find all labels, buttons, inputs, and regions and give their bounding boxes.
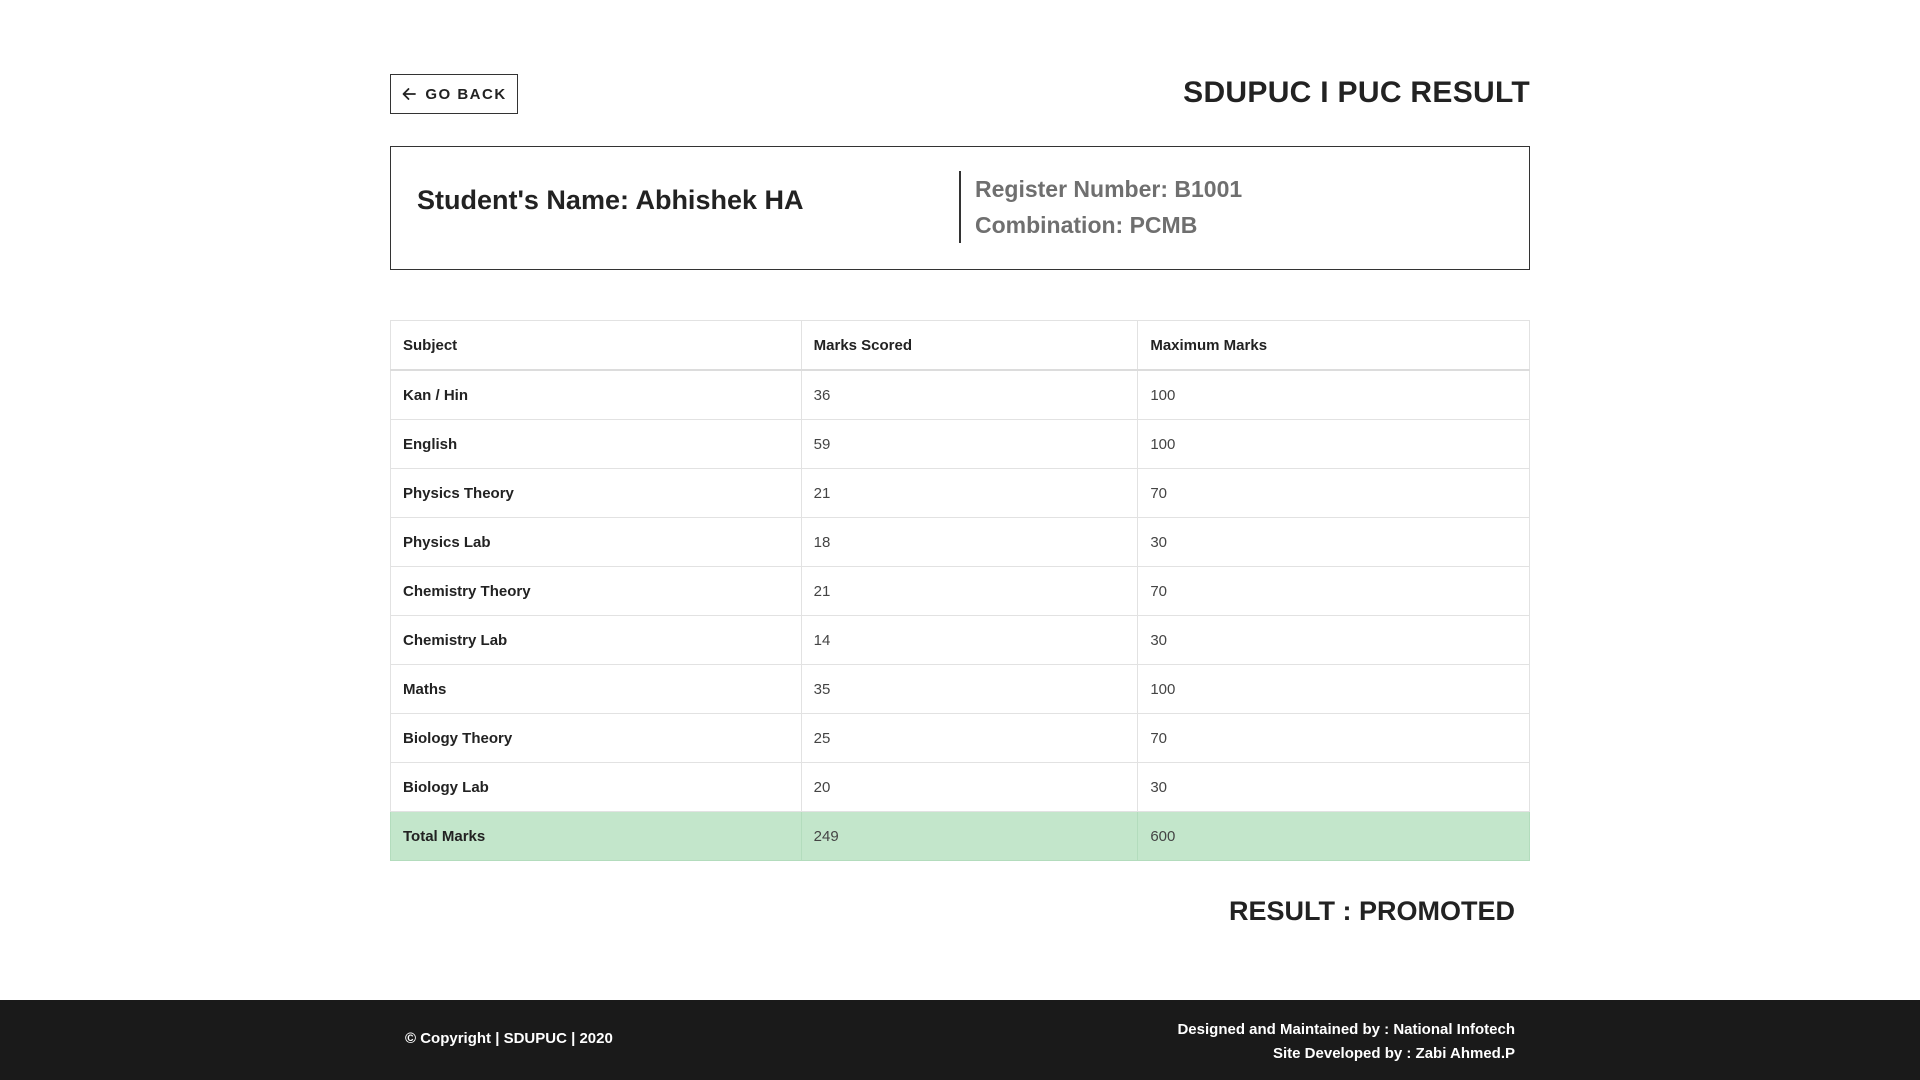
page-header: GO BACK SDUPUC I PUC RESULT [390, 74, 1530, 118]
marks-scored-cell: 14 [800, 615, 1139, 665]
maximum-marks-cell: 100 [1137, 664, 1530, 714]
maximum-marks-cell: 30 [1137, 762, 1530, 812]
subject-cell: Physics Lab [390, 517, 802, 567]
go-back-label: GO BACK [425, 85, 507, 103]
marks-scored-cell: 20 [800, 762, 1139, 812]
result-page: GO BACK SDUPUC I PUC RESULT Student's Na… [0, 0, 1920, 1080]
subject-cell: English [390, 419, 802, 469]
table-row: Chemistry Lab 14 30 [390, 615, 1530, 665]
register-number: Register Number: B1001 [975, 176, 1243, 202]
total-marks-row: Total Marks 249 600 [390, 811, 1530, 861]
total-maximum-cell: 600 [1137, 811, 1530, 861]
table-row: Biology Theory 25 70 [390, 713, 1530, 763]
maximum-marks-cell: 30 [1137, 615, 1530, 665]
table-row: English 59 100 [390, 419, 1530, 469]
subject-cell: Chemistry Lab [390, 615, 802, 665]
subject-cell: Physics Theory [390, 468, 802, 518]
marks-scored-cell: 18 [800, 517, 1139, 567]
maximum-marks-cell: 30 [1137, 517, 1530, 567]
subject-cell: Biology Lab [390, 762, 802, 812]
designed-by-text: Designed and Maintained by : National In… [1177, 1021, 1515, 1038]
maximum-marks-cell: 100 [1137, 369, 1530, 420]
maximum-marks-cell: 70 [1137, 566, 1530, 616]
subject-cell: Biology Theory [390, 713, 802, 763]
maximum-marks-cell: 100 [1137, 419, 1530, 469]
subject-cell: Chemistry Theory [390, 566, 802, 616]
developed-by-text: Site Developed by : Zabi Ahmed.P [1273, 1045, 1515, 1062]
table-row: Physics Lab 18 30 [390, 517, 1530, 567]
student-details: Register Number: B1001 Combination: PCMB [975, 171, 1242, 243]
student-info-card: Student's Name: Abhishek HA Register Num… [390, 146, 1530, 270]
student-name: Student's Name: Abhishek HA [417, 185, 804, 215]
arrow-left-icon [401, 86, 417, 102]
marks-scored-cell: 59 [800, 419, 1139, 469]
table-row: Chemistry Theory 21 70 [390, 566, 1530, 616]
table-row: Physics Theory 21 70 [390, 468, 1530, 518]
table-header-row: Subject Marks Scored Maximum Marks [390, 320, 1530, 371]
subject-cell: Kan / Hin [390, 369, 802, 420]
marks-scored-cell: 36 [800, 369, 1139, 420]
marks-scored-cell: 25 [800, 713, 1139, 763]
go-back-button[interactable]: GO BACK [390, 74, 518, 114]
combination: Combination: PCMB [975, 212, 1198, 238]
marks-scored-cell: 21 [800, 566, 1139, 616]
marks-scored-cell: 21 [800, 468, 1139, 518]
column-header-marks-scored: Marks Scored [800, 320, 1139, 371]
column-header-maximum-marks: Maximum Marks [1137, 320, 1530, 371]
table-row: Maths 35 100 [390, 664, 1530, 714]
result-status: RESULT : PROMOTED [1229, 896, 1515, 926]
column-header-subject: Subject [390, 320, 802, 371]
site-footer: © Copyright | SDUPUC | 2020 Designed and… [0, 1000, 1920, 1080]
subject-cell: Maths [390, 664, 802, 714]
footer-credits: Designed and Maintained by : National In… [1177, 1018, 1515, 1066]
copyright-text: © Copyright | SDUPUC | 2020 [405, 1030, 613, 1047]
marks-table: Subject Marks Scored Maximum Marks Kan /… [390, 320, 1530, 861]
info-divider [959, 171, 961, 243]
total-label-cell: Total Marks [390, 811, 802, 861]
page-title: SDUPUC I PUC RESULT [1183, 76, 1530, 109]
maximum-marks-cell: 70 [1137, 713, 1530, 763]
table-row: Biology Lab 20 30 [390, 762, 1530, 812]
table-row: Kan / Hin 36 100 [390, 369, 1530, 420]
maximum-marks-cell: 70 [1137, 468, 1530, 518]
total-scored-cell: 249 [800, 811, 1139, 861]
marks-scored-cell: 35 [800, 664, 1139, 714]
